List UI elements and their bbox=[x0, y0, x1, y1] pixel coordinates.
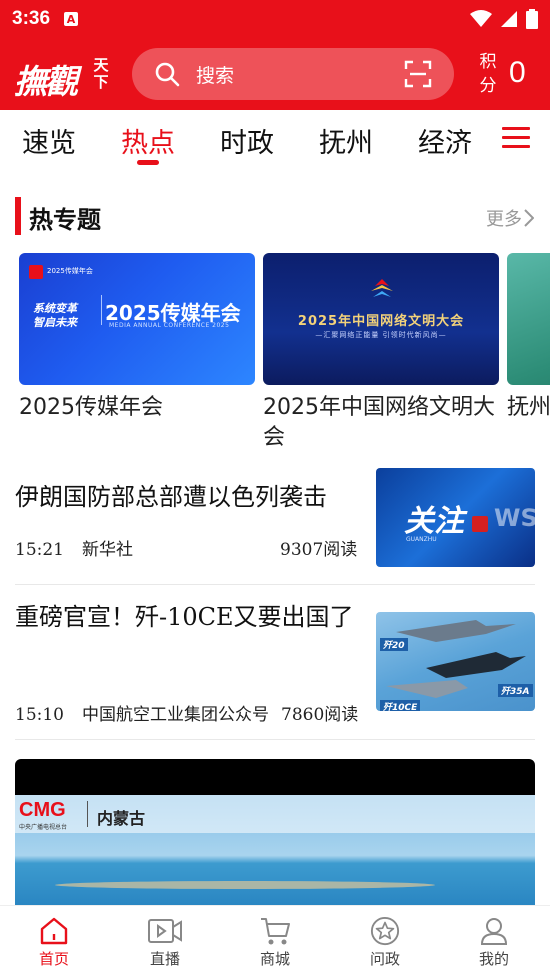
video-card[interactable]: CMG 中央广播电视总台 内蒙古 bbox=[15, 759, 535, 905]
thumbnail-subtitle: GUANZHU bbox=[406, 536, 437, 543]
thumbnail-watermark: WS bbox=[494, 504, 535, 532]
news-time: 15:21 bbox=[15, 540, 64, 560]
cmg-logo-subtitle: 中央广播电视总台 bbox=[19, 824, 68, 831]
channel-tabs: 速览 热点 时政 抚州 经济 bbox=[0, 110, 550, 170]
section-title: 热专题 bbox=[29, 206, 101, 234]
active-tab-indicator bbox=[137, 160, 159, 165]
search-input[interactable]: 搜索 bbox=[132, 48, 454, 100]
live-video-icon bbox=[148, 919, 182, 943]
news-meta: 15:21 新华社 bbox=[15, 535, 133, 560]
wifi-icon bbox=[470, 10, 492, 27]
status-icons bbox=[470, 9, 538, 29]
logo-main-text: 撫觀 bbox=[14, 62, 78, 101]
status-bar: 3:36 A bbox=[0, 0, 550, 38]
region-label: 内蒙古 bbox=[97, 809, 146, 828]
battery-icon bbox=[526, 9, 538, 29]
jet-label: 歼20 bbox=[380, 638, 408, 651]
more-link[interactable]: 更多 bbox=[486, 205, 534, 231]
thumbnail-headline: 关注 bbox=[404, 504, 464, 539]
hot-topics-header: 热专题 更多 bbox=[0, 196, 550, 236]
user-icon bbox=[480, 918, 508, 945]
image-subtitle: MEDIA ANNUAL CONFERENCE 2025 bbox=[109, 322, 230, 329]
video-header-band bbox=[15, 795, 535, 833]
app-logo: 撫觀 天下 bbox=[14, 49, 112, 102]
scan-icon[interactable] bbox=[404, 60, 432, 88]
topic-card-image: 2025传媒年会 系统变革 智启未来 2025传媒年会 MEDIA ANNUAL… bbox=[19, 253, 255, 385]
news-reads: 7860阅读 bbox=[281, 705, 359, 725]
news-item[interactable]: 重磅官宣！歼-10CE又要出国了 15:10 中国航空工业集团公众号 7860阅读… bbox=[15, 594, 535, 734]
news-title: 重磅官宣！歼-10CE又要出国了 bbox=[15, 603, 354, 631]
nav-inquiry[interactable]: 问政 bbox=[355, 916, 415, 969]
notification-app-icon: A bbox=[64, 12, 79, 26]
image-subtitle: —汇聚网络正能量 引领时代新风尚— bbox=[315, 331, 447, 339]
section-accent-bar bbox=[15, 197, 21, 235]
nav-label: 问政 bbox=[369, 950, 400, 968]
news-source: 中国航空工业集团公众号 bbox=[82, 705, 269, 725]
topic-card-title: 2025传媒年会 bbox=[19, 395, 163, 420]
search-icon bbox=[155, 62, 180, 87]
image-slogan: 系统变革 智启未来 bbox=[33, 302, 77, 330]
nav-home[interactable]: 首页 bbox=[24, 916, 84, 969]
topic-card-title: 抚州 bbox=[507, 395, 550, 420]
news-item[interactable]: 伊朗国防部总部遭以色列袭击 15:21 新华社 9307阅读 关注 GUANZHU… bbox=[15, 468, 535, 568]
news-thumbnail: 关注 GUANZHU WS bbox=[376, 468, 535, 567]
status-time: 3:36 bbox=[12, 8, 51, 29]
image-slogan-line2: 智启未来 bbox=[33, 316, 77, 329]
star-badge-icon bbox=[370, 916, 400, 946]
topic-card-image: 2025年中国网络文明大会 —汇聚网络正能量 引领时代新风尚— bbox=[263, 253, 499, 385]
chevron-right-icon bbox=[524, 209, 534, 227]
search-placeholder: 搜索 bbox=[196, 64, 235, 87]
points-label[interactable]: 积分 bbox=[477, 50, 499, 98]
more-link-label: 更多 bbox=[486, 209, 522, 230]
list-divider bbox=[15, 739, 535, 740]
logo-divider bbox=[87, 801, 88, 827]
nav-label: 我的 bbox=[478, 950, 509, 968]
logo-side-text: 天下 bbox=[93, 56, 109, 91]
nav-label: 直播 bbox=[149, 950, 180, 968]
topic-card[interactable]: 2025传媒年会 系统变革 智启未来 2025传媒年会 MEDIA ANNUAL… bbox=[19, 253, 255, 423]
news-title: 伊朗国防部总部遭以色列袭击 bbox=[15, 483, 327, 511]
thumbnail-stamp-icon bbox=[472, 516, 488, 532]
topic-carousel[interactable]: 2025传媒年会 系统变革 智启未来 2025传媒年会 MEDIA ANNUAL… bbox=[0, 253, 550, 453]
tab-politics[interactable]: 时政 bbox=[220, 121, 274, 160]
cart-icon bbox=[261, 918, 290, 945]
image-divider bbox=[101, 295, 102, 325]
nav-label: 商城 bbox=[259, 950, 290, 968]
points-value[interactable]: 0 bbox=[509, 56, 526, 90]
menu-icon[interactable] bbox=[502, 127, 530, 149]
tab-fuzhou[interactable]: 抚州 bbox=[319, 121, 373, 160]
topic-card[interactable]: 2025年中国网络文明大会 —汇聚网络正能量 引领时代新风尚— 2025年中国网… bbox=[263, 253, 499, 453]
news-time: 15:10 bbox=[15, 705, 64, 725]
nav-profile[interactable]: 我的 bbox=[464, 916, 524, 969]
news-source: 新华社 bbox=[82, 540, 133, 560]
nav-label: 首页 bbox=[38, 950, 69, 968]
home-icon bbox=[40, 917, 68, 945]
news-reads: 9307阅读 bbox=[280, 540, 358, 560]
news-meta: 15:10 中国航空工业集团公众号 bbox=[15, 700, 269, 725]
bottom-navigation: 首页 直播 商城 问政 我的 bbox=[0, 905, 550, 979]
topic-card-title: 2025年中国网络文明大会 bbox=[263, 395, 495, 450]
tab-hot[interactable]: 热点 bbox=[121, 121, 175, 160]
conference-logo-icon bbox=[29, 265, 43, 279]
conference-emblem-icon bbox=[371, 279, 393, 297]
shoreline bbox=[55, 881, 435, 889]
list-divider bbox=[15, 584, 535, 585]
cmg-logo: CMG bbox=[19, 799, 66, 821]
nav-live[interactable]: 直播 bbox=[135, 916, 195, 969]
signal-icon bbox=[501, 11, 517, 27]
topic-card-image bbox=[507, 253, 550, 385]
news-thumbnail: 歼20 歼35A 歼10CE bbox=[376, 612, 535, 711]
nav-mall[interactable]: 商城 bbox=[245, 916, 305, 969]
app-header: 撫觀 天下 搜索 积分 0 bbox=[0, 38, 550, 110]
tab-overview[interactable]: 速览 bbox=[22, 121, 76, 160]
jet-label: 歼35A bbox=[498, 684, 533, 697]
jet-label: 歼10CE bbox=[380, 700, 421, 711]
image-slogan-line1: 系统变革 bbox=[33, 302, 77, 315]
topic-card[interactable]: 抚州 bbox=[507, 253, 550, 423]
tab-economy[interactable]: 经济 bbox=[418, 121, 472, 160]
image-small-text: 2025传媒年会 bbox=[47, 267, 93, 275]
image-headline: 2025年中国网络文明大会 bbox=[297, 314, 465, 329]
